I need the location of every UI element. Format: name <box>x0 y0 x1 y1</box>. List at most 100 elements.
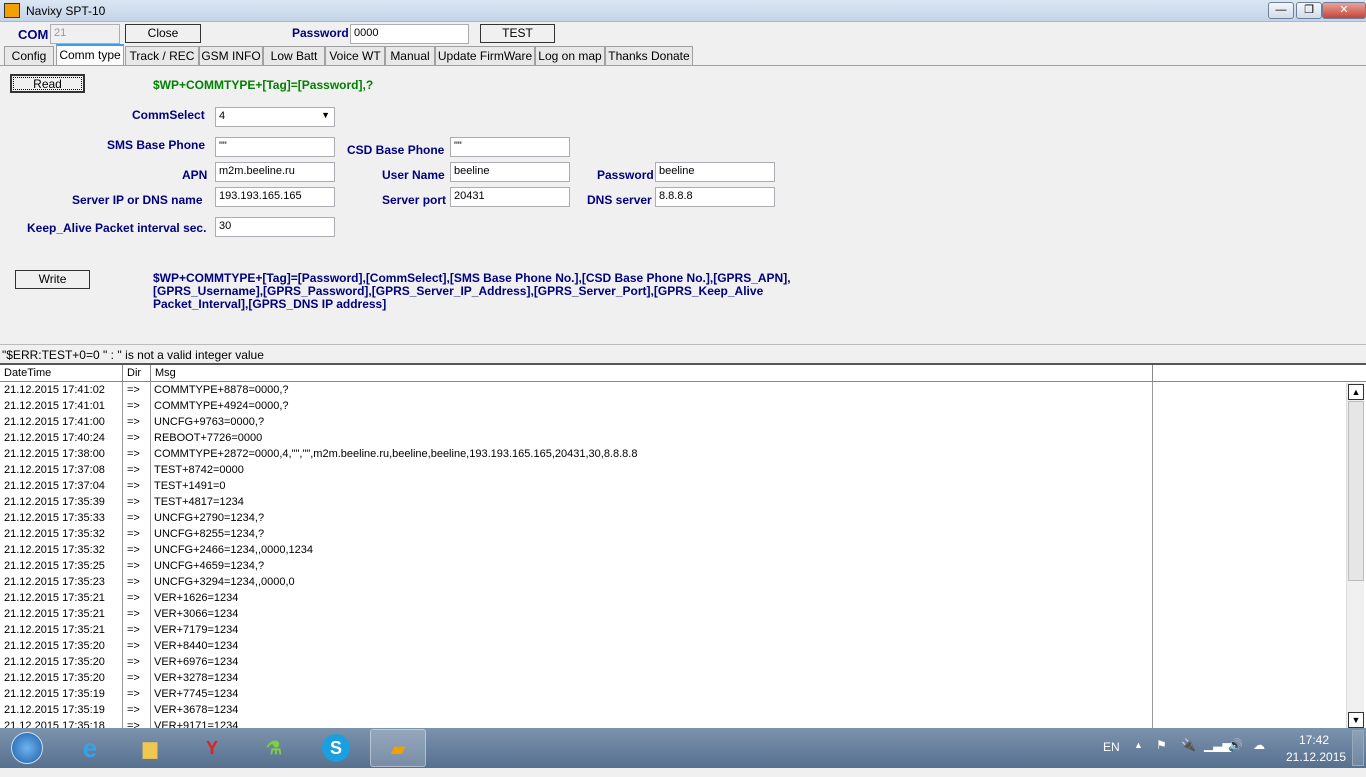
table-row[interactable]: 21.12.2015 17:35:18 => VER+9171=1234 <box>0 719 1152 728</box>
server-ip-input[interactable]: 193.193.165.165 <box>215 187 335 207</box>
sms-base-phone-input[interactable]: "" <box>215 137 335 157</box>
table-row[interactable]: 21.12.2015 17:35:20 => VER+3278=1234 <box>0 671 1152 687</box>
log-datetime: 21.12.2015 17:37:04 <box>4 480 105 492</box>
table-row[interactable]: 21.12.2015 17:35:19 => VER+3678=1234 <box>0 703 1152 719</box>
csd-base-phone-input[interactable]: "" <box>450 137 570 157</box>
table-row[interactable]: 21.12.2015 17:41:02 => COMMTYPE+8878=0000,… <box>0 383 1152 399</box>
title-bar: Navixy SPT-10 — ❐ ✕ <box>0 0 1366 22</box>
tab-log-on-map[interactable]: Log on map <box>535 46 605 66</box>
network-icon[interactable]: ☁ <box>1253 738 1265 752</box>
read-button[interactable]: Read <box>10 74 85 93</box>
internet-explorer-icon[interactable]: e <box>62 729 118 767</box>
password-label: Password <box>292 26 349 40</box>
yandex-browser-icon[interactable]: Y <box>184 729 240 767</box>
status-message: "$ERR:TEST+0=0 " : '' is not a valid int… <box>0 344 1366 362</box>
table-row[interactable]: 21.12.2015 17:38:00 => COMMTYPE+2872=0000,… <box>0 447 1152 463</box>
column-header-msg[interactable]: Msg <box>151 365 1153 382</box>
write-button[interactable]: Write <box>15 270 90 289</box>
log-msg: VER+7179=1234 <box>154 624 239 636</box>
column-header-datetime[interactable]: DateTime <box>0 365 123 382</box>
log-msg: VER+3678=1234 <box>154 704 239 716</box>
user-name-input[interactable]: beeline <box>450 162 570 182</box>
table-row[interactable]: 21.12.2015 17:37:04 => TEST+1491=0 <box>0 479 1152 495</box>
log-dir: => <box>127 704 140 716</box>
tab-track-rec[interactable]: Track / REC <box>125 46 199 66</box>
sms-base-phone-label: SMS Base Phone <box>107 138 206 152</box>
green-app-icon[interactable]: ⚗ <box>246 729 302 767</box>
commselect-dropdown[interactable]: 4 ▼ <box>215 107 335 127</box>
table-row[interactable]: 21.12.2015 17:41:00 => UNCFG+9763=0000,? <box>0 415 1152 431</box>
log-dir: => <box>127 448 140 460</box>
tab-config[interactable]: Config <box>4 46 54 66</box>
language-indicator[interactable]: EN <box>1103 740 1120 754</box>
tab-voice-wt[interactable]: Voice WT <box>325 46 385 66</box>
log-msg: VER+7745=1234 <box>154 688 239 700</box>
log-datetime: 21.12.2015 17:35:20 <box>4 656 105 668</box>
skype-icon[interactable]: S <box>308 729 364 767</box>
clock-date[interactable]: 21.12.2015 <box>1286 750 1346 764</box>
log-datetime: 21.12.2015 17:35:32 <box>4 544 105 556</box>
table-row[interactable]: 21.12.2015 17:35:21 => VER+7179=1234 <box>0 623 1152 639</box>
show-hidden-icons-icon[interactable]: ▲ <box>1134 740 1143 750</box>
scroll-up-arrow-icon[interactable]: ▲ <box>1348 384 1364 400</box>
log-msg: UNCFG+2790=1234,? <box>154 512 265 524</box>
gprs-password-input[interactable]: beeline <box>655 162 775 182</box>
table-row[interactable]: 21.12.2015 17:40:24 => REBOOT+7726=0000 <box>0 431 1152 447</box>
log-dir: => <box>127 608 140 620</box>
tab-gsm-info[interactable]: GSM INFO <box>199 46 263 66</box>
tab-manual[interactable]: Manual <box>385 46 435 66</box>
keepalive-input[interactable]: 30 <box>215 217 335 237</box>
close-port-button[interactable]: Close <box>125 24 201 43</box>
column-header-dir[interactable]: Dir <box>123 365 151 382</box>
close-window-button[interactable]: ✕ <box>1322 2 1366 19</box>
minimize-button[interactable]: — <box>1268 2 1294 19</box>
power-plug-icon[interactable]: 🔌 <box>1181 738 1196 752</box>
table-row[interactable]: 21.12.2015 17:35:32 => UNCFG+8255=1234,? <box>0 527 1152 543</box>
dns-server-input[interactable]: 8.8.8.8 <box>655 187 775 207</box>
navixy-app-icon[interactable]: ▰ <box>370 729 426 767</box>
gprs-password-label: Password <box>597 168 654 182</box>
table-row[interactable]: 21.12.2015 17:35:19 => VER+7745=1234 <box>0 687 1152 703</box>
log-datetime: 21.12.2015 17:41:01 <box>4 400 105 412</box>
test-button[interactable]: TEST <box>480 24 555 43</box>
show-desktop-button[interactable] <box>1352 730 1364 766</box>
table-row[interactable]: 21.12.2015 17:37:08 => TEST+8742=0000 <box>0 463 1152 479</box>
password-input[interactable]: 0000 <box>350 24 469 44</box>
table-row[interactable]: 21.12.2015 17:35:25 => UNCFG+4659=1234,? <box>0 559 1152 575</box>
server-port-input[interactable]: 20431 <box>450 187 570 207</box>
log-scrollbar[interactable]: ▲ ▼ <box>1346 383 1364 728</box>
log-msg: COMMTYPE+8878=0000,? <box>154 384 289 396</box>
clock-time[interactable]: 17:42 <box>1299 733 1329 747</box>
log-dir: => <box>127 432 140 444</box>
table-row[interactable]: 21.12.2015 17:41:01 => COMMTYPE+4924=0000,… <box>0 399 1152 415</box>
file-explorer-icon[interactable]: ▆ <box>122 729 178 767</box>
start-orb-icon[interactable] <box>4 729 50 767</box>
log-msg: VER+6976=1234 <box>154 656 239 668</box>
tab-comm-type[interactable]: Comm type <box>56 44 124 66</box>
tab-update-firmware[interactable]: Update FirmWare <box>435 46 535 66</box>
table-row[interactable]: 21.12.2015 17:35:39 => TEST+4817=1234 <box>0 495 1152 511</box>
table-row[interactable]: 21.12.2015 17:35:32 => UNCFG+2466=1234,,00… <box>0 543 1152 559</box>
table-row[interactable]: 21.12.2015 17:35:21 => VER+3066=1234 <box>0 607 1152 623</box>
com-port-field[interactable]: 21 <box>50 24 120 44</box>
maximize-button[interactable]: ❐ <box>1296 2 1322 19</box>
scroll-down-arrow-icon[interactable]: ▼ <box>1348 712 1364 728</box>
action-center-flag-icon[interactable]: ⚑ <box>1156 738 1167 752</box>
apn-input[interactable]: m2m.beeline.ru <box>215 162 335 182</box>
scroll-thumb[interactable] <box>1348 401 1364 581</box>
table-row[interactable]: 21.12.2015 17:35:33 => UNCFG+2790=1234,? <box>0 511 1152 527</box>
volume-icon[interactable]: 🔊 <box>1228 738 1243 752</box>
taskbar: e ▆ Y ⚗ S ▰ EN ▲ ⚑ 🔌 ▁▃▅ 🔊 ☁ 17:42 21.12… <box>0 728 1366 768</box>
com-label: COM <box>18 27 49 42</box>
tab-thanks-donate[interactable]: Thanks Donate <box>605 46 693 66</box>
log-dir: => <box>127 416 140 428</box>
commselect-label: CommSelect <box>132 108 205 122</box>
tab-low-batt[interactable]: Low Batt <box>263 46 325 66</box>
table-row[interactable]: 21.12.2015 17:35:21 => VER+1626=1234 <box>0 591 1152 607</box>
table-row[interactable]: 21.12.2015 17:35:20 => VER+6976=1234 <box>0 655 1152 671</box>
log-dir: => <box>127 480 140 492</box>
table-row[interactable]: 21.12.2015 17:35:23 => UNCFG+3294=1234,,00… <box>0 575 1152 591</box>
log-dir: => <box>127 560 140 572</box>
table-row[interactable]: 21.12.2015 17:35:20 => VER+8440=1234 <box>0 639 1152 655</box>
dns-server-label: DNS server <box>587 193 652 207</box>
